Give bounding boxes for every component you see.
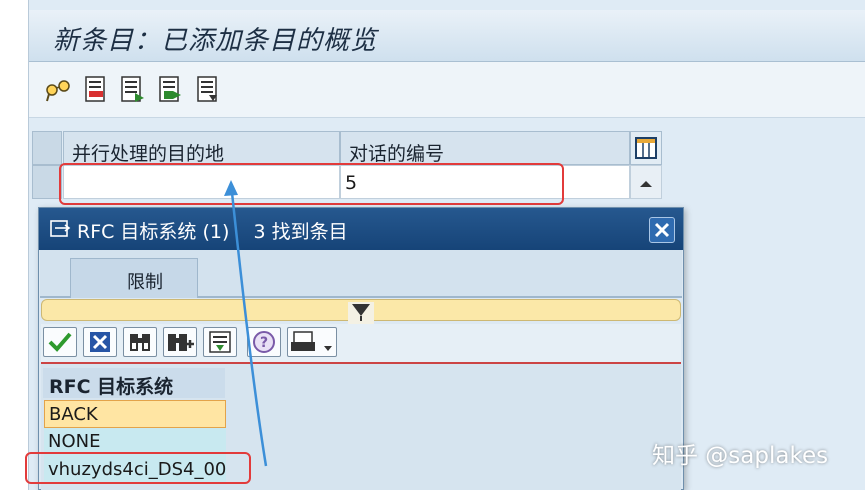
list-header[interactable]: RFC 目标系统 <box>43 368 225 398</box>
popup-title: RFC 目标系统 (1) 3 找到条目 <box>77 221 348 243</box>
find-binoculars-icon[interactable] <box>123 327 157 357</box>
print-icon[interactable] <box>287 327 337 357</box>
watermark: 知乎 @saplakes <box>652 443 829 469</box>
list-delete-icon[interactable] <box>119 75 145 103</box>
list-detail-icon[interactable] <box>195 75 221 103</box>
application-toolbar <box>29 62 865 118</box>
row-selector[interactable] <box>32 165 62 199</box>
page-title: 新条目：已添加条目的概览 <box>53 26 378 56</box>
scroll-up-icon[interactable] <box>630 165 662 199</box>
tab-restrictions[interactable]: 限制 <box>70 258 198 298</box>
restriction-expander[interactable] <box>41 299 681 324</box>
popup-title-bar: RFC 目标系统 (1) 3 找到条目 <box>39 208 683 250</box>
popup-toolbar: ? <box>41 324 681 362</box>
expand-handle-icon[interactable] <box>348 302 374 324</box>
sort-icon[interactable] <box>203 327 237 357</box>
highlight-box <box>25 452 251 484</box>
highlight-box <box>59 163 564 205</box>
list-item-label: BACK <box>49 404 98 425</box>
list-item[interactable]: BACK <box>44 400 226 428</box>
column-header-destination[interactable]: 并行处理的目的地 <box>63 131 340 165</box>
svg-text:?: ? <box>260 335 268 351</box>
tab-label: 限制 <box>127 272 163 293</box>
title-bar: 新条目：已添加条目的概览 <box>29 10 865 62</box>
list-copy-icon[interactable] <box>157 75 183 103</box>
cancel-x-icon[interactable] <box>83 327 117 357</box>
rfc-target-popup: RFC 目标系统 (1) 3 找到条目 限制 ? RFC 目标系统 BACK N… <box>38 207 684 490</box>
confirm-check-icon[interactable] <box>43 327 77 357</box>
column-header-dialog-count[interactable]: 对话的编号 <box>340 131 630 165</box>
table-settings-icon[interactable] <box>630 131 662 165</box>
tab-strip: 限制 <box>40 250 682 298</box>
help-icon[interactable]: ? <box>247 327 281 357</box>
column-header-label: 对话的编号 <box>349 143 445 165</box>
list-red-icon[interactable] <box>83 75 109 103</box>
find-next-icon[interactable] <box>163 327 197 357</box>
list-header-label: RFC 目标系统 <box>49 376 174 398</box>
glasses-icon[interactable] <box>45 75 71 103</box>
list-item-label: NONE <box>48 431 101 452</box>
close-icon[interactable] <box>649 217 675 243</box>
column-header-label: 并行处理的目的地 <box>72 143 225 165</box>
table-select-all[interactable] <box>32 131 62 165</box>
window-icon <box>49 218 71 244</box>
